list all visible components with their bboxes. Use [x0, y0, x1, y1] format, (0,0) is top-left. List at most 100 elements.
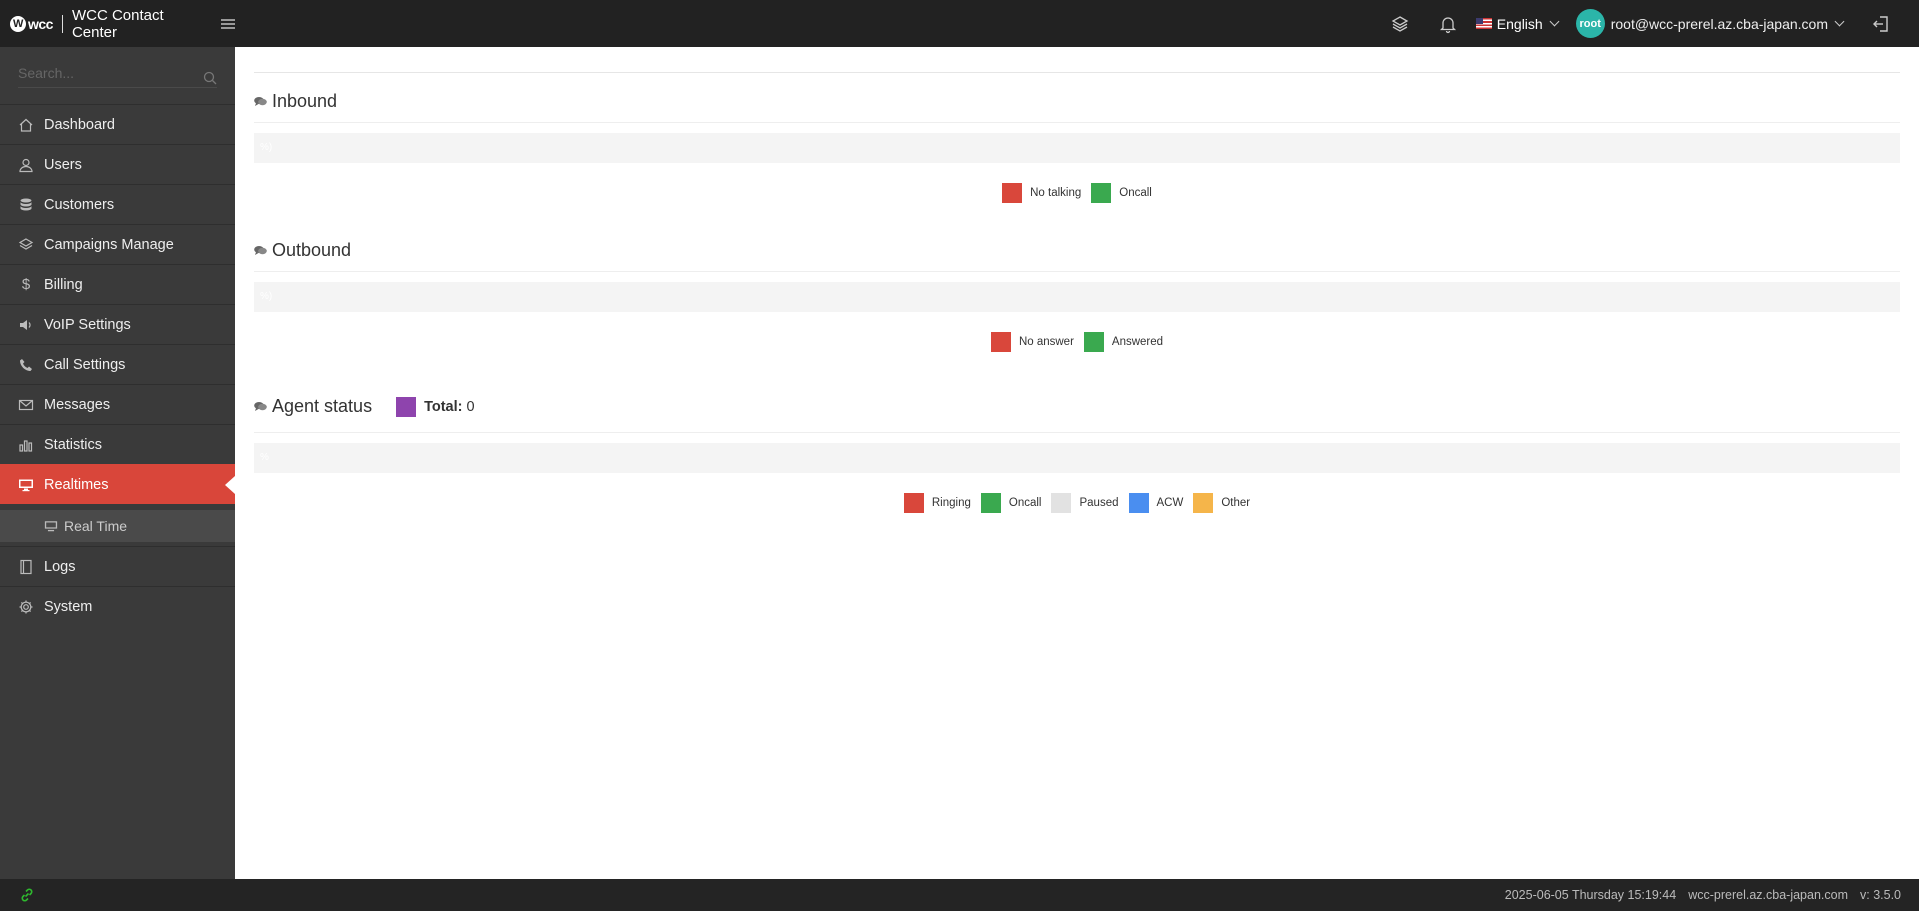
sidebar-toggle-icon[interactable]: [221, 18, 235, 29]
sidebar-item-label: Statistics: [44, 436, 103, 453]
legend-item: No answer: [990, 332, 1074, 352]
footer-domain: wcc-prerel.az.cba-japan.com: [1688, 888, 1848, 902]
section-title-text: Outbound: [272, 240, 352, 260]
sidebar-item-voip-settings[interactable]: VoIP Settings: [0, 304, 235, 344]
divider: [254, 72, 1900, 73]
sidebar-subitem-real-time[interactable]: Real Time: [0, 510, 235, 542]
chevron-down-icon: [1834, 16, 1845, 27]
legend-swatch: [1083, 332, 1104, 352]
legend-swatch: [990, 332, 1011, 352]
search-icon[interactable]: [203, 71, 217, 85]
sidebar-item-label: Messages: [44, 396, 111, 413]
sidebar-item-logs[interactable]: Logs: [0, 546, 235, 586]
legend-label: No talking: [1030, 187, 1082, 199]
sidebar-item-realtimes[interactable]: Realtimes: [0, 464, 235, 504]
bar-label: %: [260, 452, 269, 463]
sidebar-item-label: Campaigns Manage: [44, 236, 174, 253]
divider: [254, 432, 1900, 433]
language-selector[interactable]: English: [1475, 15, 1560, 32]
sidebar-item-billing[interactable]: $ Billing: [0, 264, 235, 304]
legend-label: Ringing: [931, 497, 971, 509]
divider: [254, 271, 1900, 272]
avatar: root: [1575, 9, 1605, 38]
language-label: English: [1496, 15, 1543, 32]
agent-total: Total: 0: [396, 396, 475, 417]
sidebar-item-dashboard[interactable]: Dashboard: [0, 104, 235, 144]
sidebar-subitem-label: Real Time: [64, 518, 128, 534]
legend-swatch: [1091, 183, 1112, 203]
inbound-section-title: Inbound: [254, 91, 337, 112]
inbound-progress-bar: %): [254, 133, 1900, 163]
agent-status-progress-bar: %: [254, 443, 1900, 473]
footer-version: v: 3.5.0: [1860, 888, 1901, 902]
footer-datetime: 2025-06-05 Thursday 15:19:44: [1504, 888, 1677, 902]
agent-status-section-title: Agent status Total: 0: [254, 396, 475, 417]
sidebar-item-customers[interactable]: Customers: [0, 184, 235, 224]
gear-icon: [18, 599, 34, 615]
bar-label: %): [260, 291, 273, 302]
legend-swatch: [1002, 183, 1023, 203]
sidebar-item-users[interactable]: Users: [0, 144, 235, 184]
sidebar-item-campaigns-manage[interactable]: Campaigns Manage: [0, 224, 235, 264]
legend-label: Oncall: [1119, 187, 1152, 199]
legend-swatch: [903, 493, 924, 513]
sidebar-item-label: Dashboard: [44, 116, 115, 133]
envelope-icon: [18, 397, 34, 413]
total-label: Total:: [424, 398, 463, 415]
legend-item: Oncall: [980, 493, 1041, 513]
sidebar-item-system[interactable]: System: [0, 586, 235, 626]
phone-icon: [18, 357, 34, 373]
home-icon: [18, 117, 34, 133]
us-flag-icon: [1475, 18, 1492, 29]
footer-info: 2025-06-05 Thursday 15:19:44 wcc-prerel.…: [1505, 888, 1901, 902]
sidebar-search: [18, 65, 217, 88]
legend-swatch: [1193, 493, 1214, 513]
logo-mark-icon: W: [10, 15, 26, 32]
brand: W wcc WCC Contact Center: [0, 7, 235, 41]
sidebar: Dashboard Users Customers Campaigns Mana…: [0, 47, 235, 879]
legend-swatch: [980, 493, 1001, 513]
legend-label: Paused: [1079, 497, 1119, 509]
logout-icon[interactable]: [1871, 14, 1891, 34]
wcc-logo[interactable]: W wcc: [10, 15, 53, 32]
sidebar-item-label: Logs: [44, 558, 76, 575]
agent-status-legend: Ringing Oncall Paused ACW Other: [254, 493, 1900, 513]
monitor-icon: [18, 477, 34, 493]
sidebar-item-label: System: [44, 598, 93, 615]
sidebar-item-label: Billing: [44, 276, 83, 293]
total-swatch: [396, 396, 417, 417]
divider: [254, 122, 1900, 123]
sidebar-item-statistics[interactable]: Statistics: [0, 424, 235, 464]
sidebar-item-messages[interactable]: Messages: [0, 384, 235, 424]
comments-icon: [254, 96, 267, 107]
user-menu[interactable]: root root@wcc-prerel.az.cba-japan.com: [1575, 9, 1845, 38]
user-icon: [18, 157, 34, 173]
search-input[interactable]: [18, 65, 188, 81]
layers-icon[interactable]: [1390, 14, 1410, 34]
legend-swatch: [1051, 493, 1072, 513]
legend-label: ACW: [1156, 497, 1184, 509]
connection-status-icon: [20, 888, 34, 902]
monitor-icon: [44, 519, 58, 533]
legend-item: Ringing: [903, 493, 971, 513]
top-right-controls: English root root@wcc-prerel.az.cba-japa…: [1376, 0, 1919, 47]
bar-chart-icon: [18, 437, 34, 453]
legend-item: Oncall: [1091, 183, 1152, 203]
layers-icon: [18, 237, 34, 253]
speaker-icon: [18, 317, 34, 333]
book-icon: [18, 559, 34, 575]
sidebar-item-call-settings[interactable]: Call Settings: [0, 344, 235, 384]
total-value: 0: [466, 398, 475, 415]
database-icon: [18, 197, 34, 213]
legend-item: Paused: [1051, 493, 1119, 513]
legend-label: Other: [1221, 497, 1251, 509]
app-title: WCC Contact Center: [71, 6, 164, 41]
brand-divider: [61, 14, 63, 33]
dollar-icon: $: [21, 276, 31, 293]
legend-label: No answer: [1018, 336, 1074, 348]
user-email: root@wcc-prerel.az.cba-japan.com: [1610, 15, 1828, 32]
legend-item: No talking: [1002, 183, 1081, 203]
bell-icon[interactable]: [1438, 14, 1458, 34]
inbound-legend: No talking Oncall: [254, 183, 1900, 203]
legend-swatch: [1128, 493, 1149, 513]
